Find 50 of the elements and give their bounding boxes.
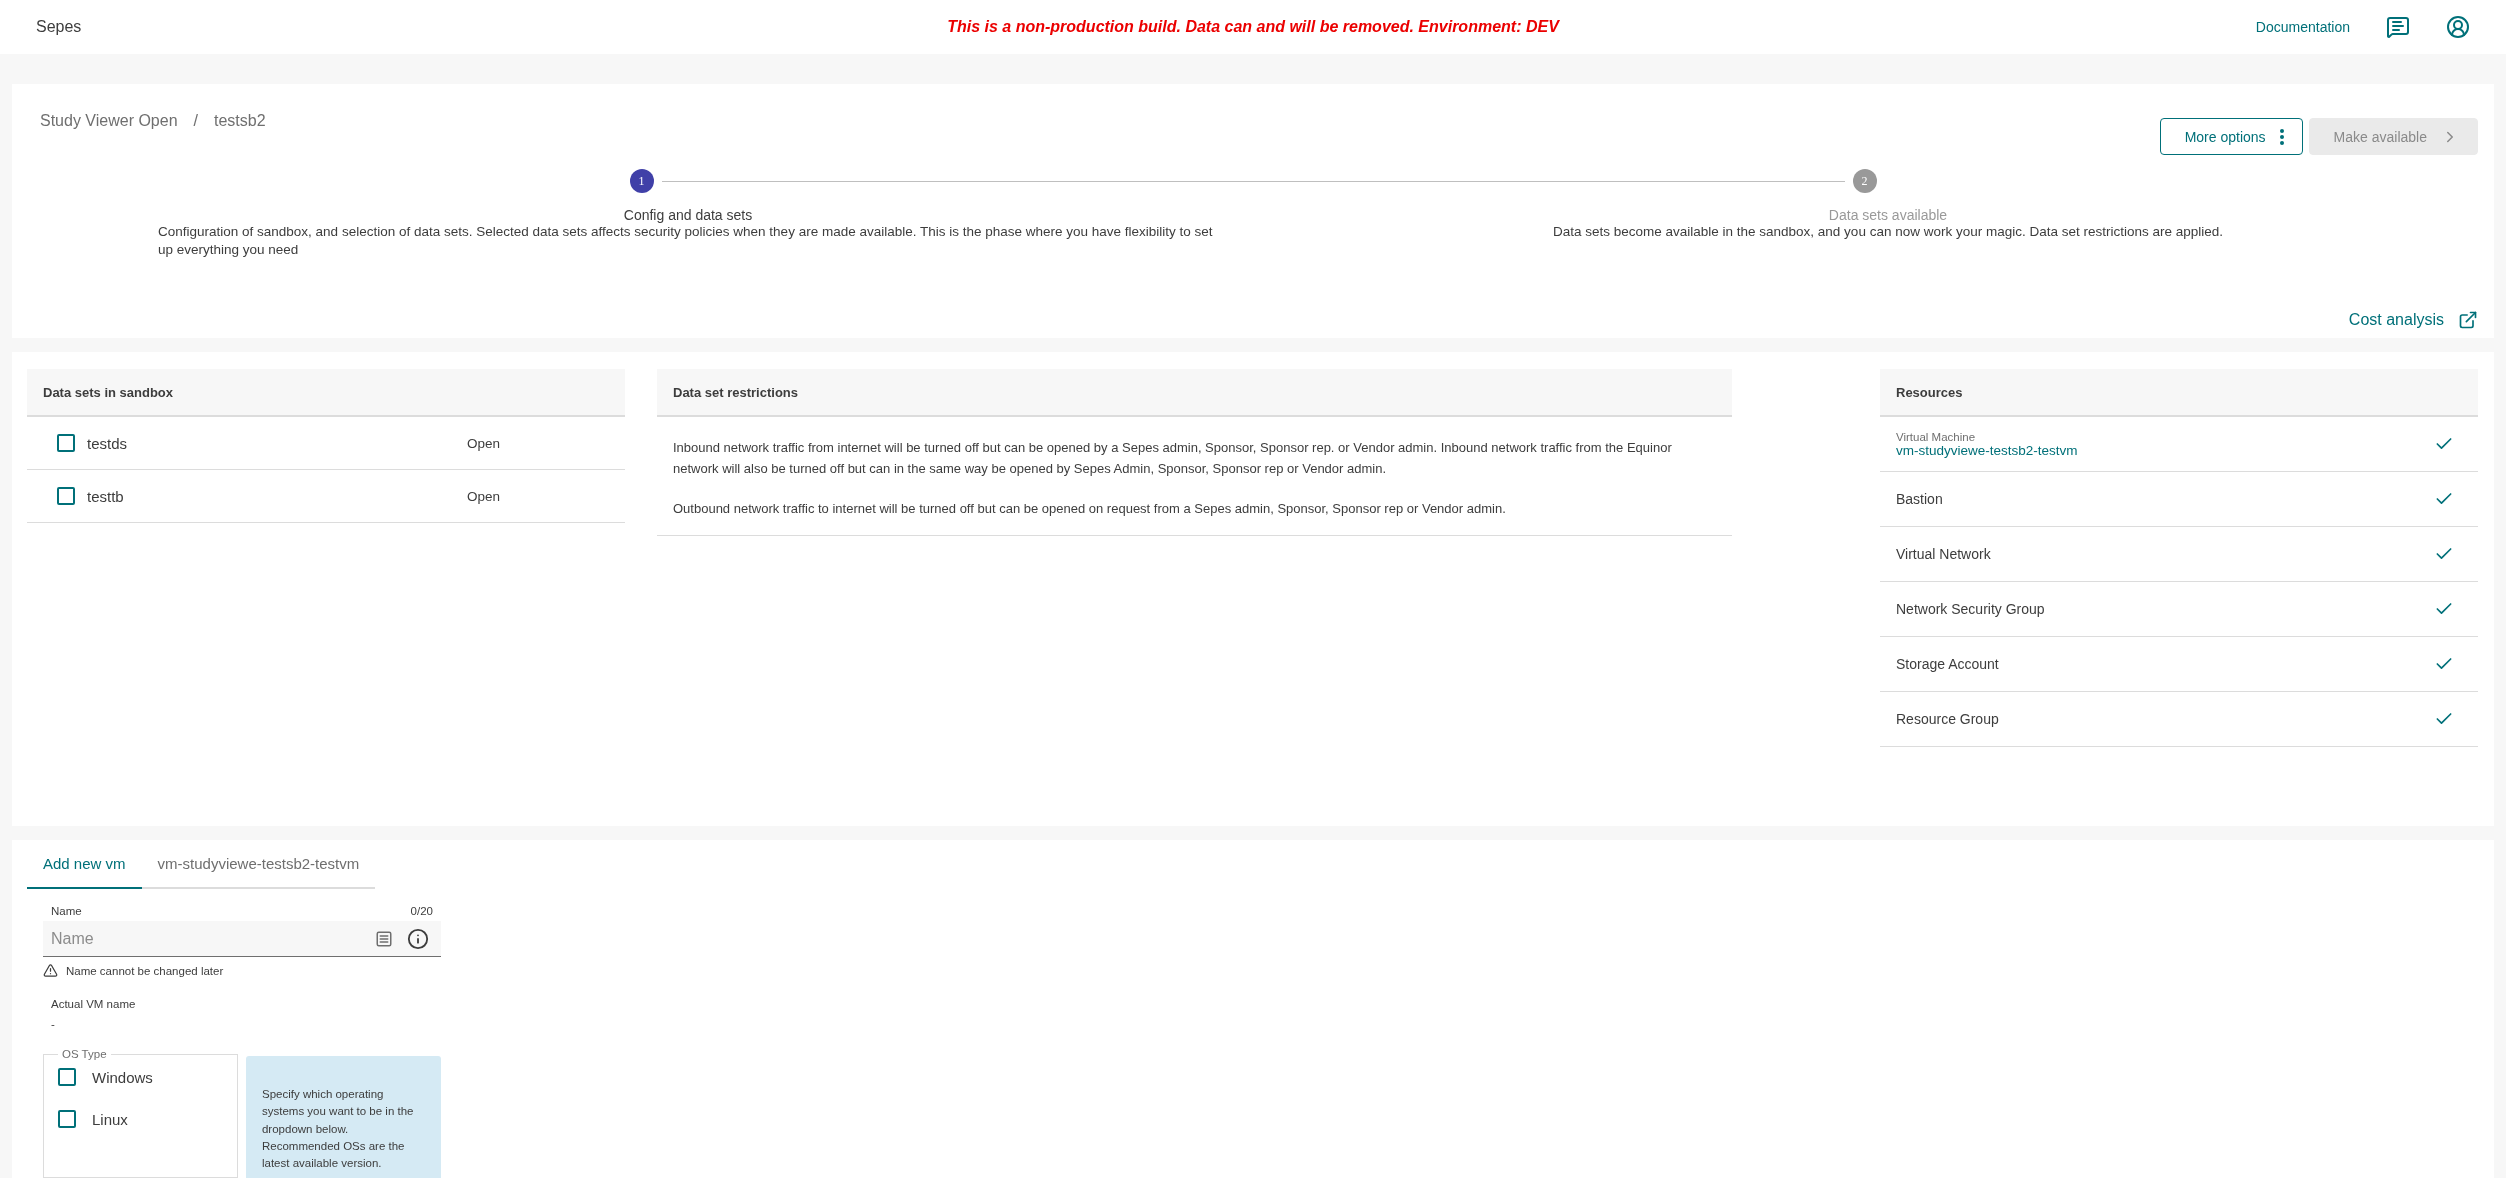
checkbox[interactable] bbox=[58, 1068, 76, 1086]
field-value: - bbox=[51, 1018, 56, 1030]
step-title: Data sets available bbox=[1828, 207, 1948, 223]
resource-label: Bastion bbox=[1896, 491, 1943, 507]
table-header: Data sets in sandbox bbox=[27, 369, 625, 417]
step-number: 1 bbox=[629, 169, 654, 193]
field-label: Actual VM name bbox=[51, 998, 137, 1010]
table-header: Data set restrictions bbox=[657, 369, 1732, 417]
table-cell-text: testds bbox=[87, 434, 129, 452]
character-counter: 0/20 bbox=[410, 905, 433, 917]
account-icon[interactable] bbox=[2446, 15, 2470, 39]
app-title: Sepes bbox=[36, 18, 83, 36]
table-cell-text: testtb bbox=[87, 487, 125, 505]
resource-label: Storage Account bbox=[1896, 656, 1999, 672]
checkbox[interactable] bbox=[57, 434, 75, 452]
cost-analysis-link[interactable]: Cost analysis bbox=[2348, 310, 2478, 330]
group-label: OS Type bbox=[61, 1048, 108, 1060]
resource-name: vm-studyviewe-testsb2-testvm bbox=[1896, 442, 2078, 458]
resource-label: Virtual Network bbox=[1896, 546, 1991, 562]
option-label: Windows bbox=[92, 1068, 153, 1086]
table-header: Resources bbox=[1880, 369, 2478, 417]
option-label: Linux bbox=[92, 1110, 128, 1128]
info-box: Specify which operating systems you want to be in the dropdown below. Recommended OSs are the latest available version. bbox=[245, 1056, 441, 1178]
warning-icon bbox=[43, 963, 58, 978]
restriction-text: Inbound network traffic from internet will be turned off but can be opened by a Sepes admin, Sponsor, Sponsor rep. or Vendor admin. Inbound network traffic from the Equinor network will also be turned off but can in the same way be opened by Sepes Admin, Sponsor, Sponsor rep or Vendor admin. bbox=[673, 439, 1673, 479]
more-options-button[interactable]: More options bbox=[2159, 118, 2303, 155]
step-description: Data sets become available in the sandbox, and you can now work your magic. Data set restrictions are applied. bbox=[1551, 223, 2225, 241]
step-title: Config and data sets bbox=[623, 207, 753, 223]
step-number: 2 bbox=[1852, 169, 1877, 193]
documentation-link[interactable]: Documentation bbox=[2255, 19, 2350, 35]
more-icon bbox=[2279, 128, 2284, 145]
table-cell-text: Open bbox=[467, 488, 502, 504]
resource-label: Network Security Group bbox=[1896, 601, 2045, 617]
step-description: Configuration of sandbox, and selection of data sets. Selected data sets affects security policies when they are made available. This is the phase where you have flexibility to set up everything you need bbox=[158, 223, 1214, 260]
name-field[interactable]: Name bbox=[43, 921, 441, 957]
resource-label: Virtual Machine bbox=[1896, 430, 1977, 443]
breadcrumb-item[interactable]: Study Viewer Open bbox=[40, 112, 178, 130]
field-label: Name bbox=[51, 905, 82, 917]
breadcrumb-separator: / bbox=[193, 112, 198, 130]
external-link-icon bbox=[2458, 310, 2478, 330]
helper-text: Name cannot be changed later bbox=[66, 964, 224, 977]
environment-warning-text: This is a non-production build. Data can and will be removed. Environment: DEV bbox=[947, 18, 1559, 36]
info-icon[interactable] bbox=[407, 928, 429, 950]
restriction-text: Outbound network traffic to internet will be turned off but can be opened on request from a Sepes admin, Sponsor, Sponsor rep or Vendor admin. bbox=[673, 499, 1507, 518]
checkbox[interactable] bbox=[57, 487, 75, 505]
table-cell-text: Open bbox=[467, 435, 502, 451]
checkbox[interactable] bbox=[58, 1110, 76, 1128]
breadcrumb-item: testsb2 bbox=[214, 112, 266, 130]
resource-label: Resource Group bbox=[1896, 711, 1999, 727]
chat-icon[interactable] bbox=[2386, 15, 2410, 39]
